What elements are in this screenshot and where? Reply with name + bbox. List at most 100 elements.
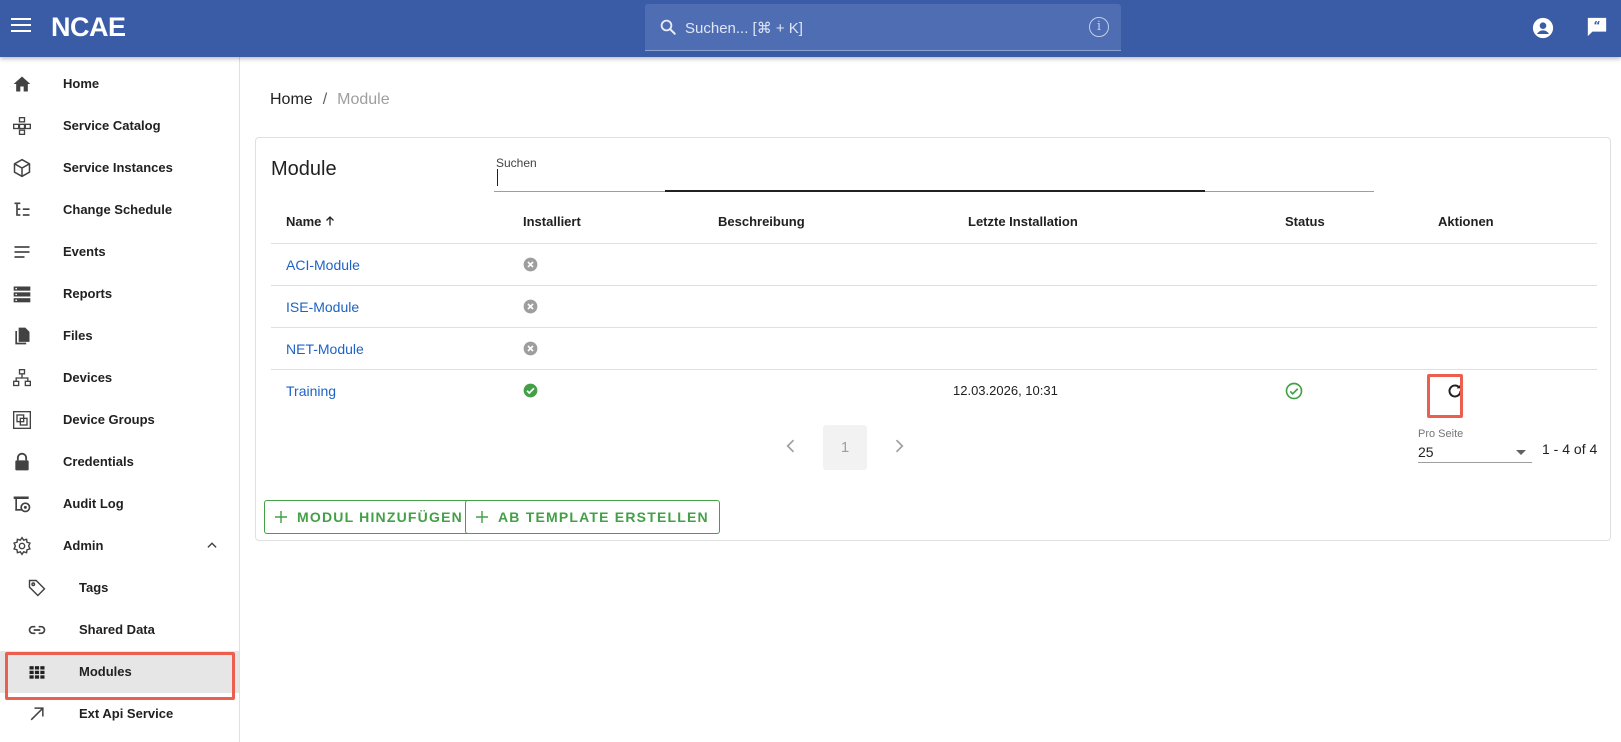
create-from-template-button[interactable]: AB TEMPLATE ERSTELLEN [465, 500, 720, 534]
search-field-label: Suchen [496, 156, 537, 170]
link-icon [28, 625, 46, 635]
service-catalog-icon [13, 117, 32, 135]
chevron-up-icon[interactable] [205, 538, 219, 552]
table-row: ISE-Module [271, 286, 1597, 328]
gear-icon [13, 536, 31, 556]
sidebar-item-shared-data[interactable]: Shared Data [0, 609, 239, 651]
sidebar-item-label: Service Catalog [63, 118, 161, 133]
text-caret [497, 169, 498, 186]
column-header-description[interactable]: Beschreibung [718, 214, 805, 229]
chevron-right-icon[interactable] [889, 436, 909, 456]
page-title: Module [271, 158, 337, 180]
global-search-input[interactable] [685, 15, 1065, 41]
app-logo[interactable]: NCAE [51, 12, 126, 43]
add-module-button[interactable]: MODUL HINZUFÜGEN [264, 500, 474, 534]
info-icon[interactable]: i [1089, 17, 1109, 37]
files-icon [15, 327, 30, 345]
top-app-bar: NCAE i “ [0, 0, 1621, 57]
sidebar-item-admin[interactable]: Admin [0, 525, 239, 567]
grid-icon [29, 666, 45, 679]
installed-check-icon [523, 383, 538, 398]
per-page-value: 25 [1418, 444, 1434, 460]
table-row: NET-Module [271, 328, 1597, 370]
module-link[interactable]: NET-Module [286, 341, 364, 357]
column-header-name[interactable]: Name [286, 214, 336, 229]
add-module-label: MODUL HINZUFÜGEN [297, 509, 463, 525]
menu-icon[interactable] [11, 18, 31, 38]
create-from-template-label: AB TEMPLATE ERSTELLEN [498, 509, 709, 525]
sidebar-item-home[interactable]: Home [0, 63, 239, 105]
sidebar-item-label: Modules [79, 664, 132, 679]
tag-icon [28, 579, 46, 597]
sidebar-item-label: Device Groups [63, 412, 155, 427]
devices-network-icon [13, 369, 32, 387]
device-groups-icon [13, 411, 31, 429]
sidebar: Home Service Catalog Service Instances C… [0, 57, 240, 742]
search-icon [660, 19, 676, 35]
refresh-icon[interactable] [1443, 379, 1467, 403]
breadcrumb-current: Module [337, 91, 390, 108]
column-header-installed[interactable]: Installiert [523, 214, 581, 229]
sidebar-item-events[interactable]: Events [0, 231, 239, 273]
breadcrumb-home[interactable]: Home [270, 91, 313, 108]
status-ok-icon [1285, 382, 1303, 400]
sidebar-item-label: Audit Log [63, 496, 124, 511]
feedback-icon[interactable]: “ [1586, 16, 1608, 38]
sidebar-item-tags[interactable]: Tags [0, 567, 239, 609]
svg-text:“: “ [1593, 19, 1600, 32]
dropdown-arrow-icon [1516, 450, 1526, 455]
home-icon [13, 76, 31, 92]
table-row: Training 12.03.2026, 10:31 [271, 370, 1597, 412]
not-installed-icon [523, 341, 538, 356]
sidebar-item-devices[interactable]: Devices [0, 357, 239, 399]
sidebar-item-change-schedule[interactable]: Change Schedule [0, 189, 239, 231]
sidebar-item-audit-log[interactable]: Audit Log [0, 483, 239, 525]
sidebar-item-label: Admin [63, 538, 104, 553]
pagination-range: 1 - 4 of 4 [1542, 441, 1598, 457]
sidebar-item-label: Service Instances [63, 160, 173, 175]
module-link[interactable]: ISE-Module [286, 299, 359, 315]
sidebar-item-credentials[interactable]: Credentials [0, 441, 239, 483]
arrow-up-right-icon [30, 707, 44, 721]
sidebar-item-label: Events [63, 244, 106, 259]
breadcrumb: Home / Module [270, 91, 390, 109]
sidebar-item-service-catalog[interactable]: Service Catalog [0, 105, 239, 147]
table-header: Name Installiert Beschreibung Letzte Ins… [271, 198, 1597, 244]
sidebar-item-modules[interactable]: Modules [0, 651, 239, 693]
sidebar-item-label: Ext Api Service [79, 706, 174, 721]
events-list-icon [14, 246, 30, 258]
global-search[interactable]: i [645, 4, 1121, 51]
sidebar-item-label: Shared Data [79, 622, 155, 637]
sidebar-item-reports[interactable]: Reports [0, 273, 239, 315]
modules-card: Module Suchen Name Installiert Beschreib… [255, 137, 1611, 541]
not-installed-icon [523, 299, 538, 314]
sidebar-item-ext-api-service[interactable]: Ext Api Service [0, 693, 239, 735]
search-input[interactable] [494, 170, 1374, 190]
last-install-date: 12.03.2026, 10:31 [953, 383, 1058, 398]
cube-icon [13, 158, 31, 178]
table-row: ACI-Module [271, 244, 1597, 286]
not-installed-icon [523, 257, 538, 272]
sidebar-item-device-groups[interactable]: Device Groups [0, 399, 239, 441]
sidebar-item-label: Files [63, 328, 93, 343]
module-link[interactable]: ACI-Module [286, 257, 360, 273]
sidebar-item-label: Reports [63, 286, 113, 301]
chevron-left-icon[interactable] [781, 436, 801, 456]
column-header-status[interactable]: Status [1285, 214, 1325, 229]
column-header-actions: Aktionen [1438, 214, 1494, 229]
page-button[interactable]: 1 [823, 425, 867, 470]
sidebar-item-service-instances[interactable]: Service Instances [0, 147, 239, 189]
module-link[interactable]: Training [286, 383, 336, 399]
per-page-label: Pro Seite [1418, 428, 1464, 440]
search-focus-underline [665, 190, 1205, 192]
arrow-up-icon [326, 216, 335, 226]
account-icon[interactable] [1532, 17, 1554, 39]
sidebar-item-files[interactable]: Files [0, 315, 239, 357]
lock-icon [15, 452, 29, 471]
per-page-select[interactable]: 25 [1418, 441, 1532, 463]
sidebar-item-label: Change Schedule [63, 202, 173, 217]
sidebar-item-label: Home [63, 76, 100, 91]
reports-icon [13, 286, 31, 303]
audit-log-icon [13, 496, 31, 513]
column-header-last-install[interactable]: Letzte Installation [968, 214, 1078, 229]
